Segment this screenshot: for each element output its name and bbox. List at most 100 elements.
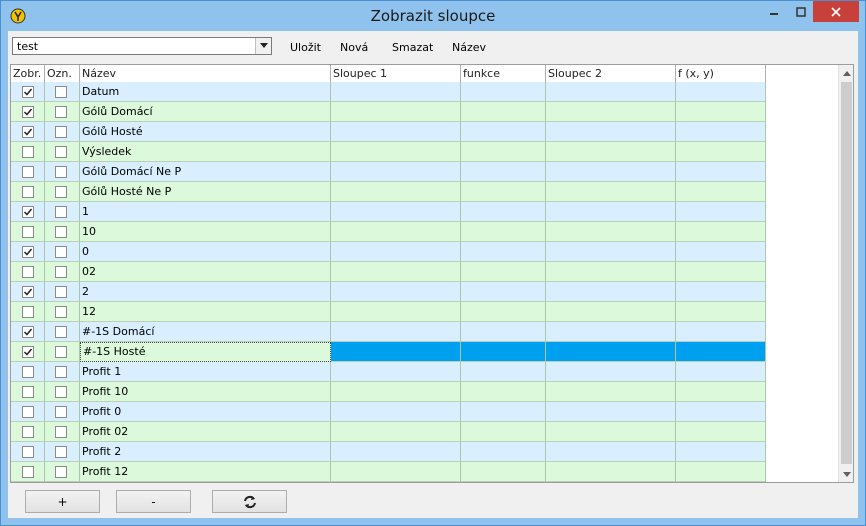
fxy-cell[interactable]	[676, 402, 766, 422]
show-cell[interactable]	[11, 282, 45, 302]
func-cell[interactable]	[461, 202, 546, 222]
mark-cell[interactable]	[45, 162, 80, 182]
show-checkbox[interactable]	[22, 146, 34, 158]
table-row[interactable]: Gólů Hosté	[11, 122, 766, 142]
scroll-down-button[interactable]	[839, 466, 853, 482]
fxy-cell[interactable]	[676, 282, 766, 302]
minimize-button[interactable]	[761, 1, 787, 22]
remove-button[interactable]: -	[116, 490, 191, 513]
col2-cell[interactable]	[546, 102, 676, 122]
header-col1[interactable]: Sloupec 1	[331, 65, 461, 82]
scroll-up-button[interactable]	[839, 65, 853, 81]
combo-dropdown-button[interactable]	[255, 38, 271, 54]
mark-cell[interactable]	[45, 262, 80, 282]
col2-cell[interactable]	[546, 442, 676, 462]
mark-checkbox[interactable]	[55, 126, 67, 138]
func-cell[interactable]	[461, 302, 546, 322]
show-cell[interactable]	[11, 102, 45, 122]
func-cell[interactable]	[461, 322, 546, 342]
name-cell[interactable]: 1	[80, 202, 331, 222]
show-cell[interactable]	[11, 262, 45, 282]
show-checkbox[interactable]	[22, 366, 34, 378]
mark-cell[interactable]	[45, 102, 80, 122]
show-cell[interactable]	[11, 442, 45, 462]
table-row[interactable]: Gólů Domácí	[11, 102, 766, 122]
header-fxy[interactable]: f (x, y)	[676, 65, 766, 82]
col2-cell[interactable]	[546, 302, 676, 322]
name-cell[interactable]: Profit 1	[80, 362, 331, 382]
header-name[interactable]: Název	[80, 65, 331, 82]
col1-cell[interactable]	[331, 442, 461, 462]
col2-cell[interactable]	[546, 382, 676, 402]
table-row[interactable]: Výsledek	[11, 142, 766, 162]
func-cell[interactable]	[461, 102, 546, 122]
name-cell[interactable]: Výsledek	[80, 142, 331, 162]
show-cell[interactable]	[11, 342, 45, 362]
col2-cell[interactable]	[546, 462, 676, 482]
mark-cell[interactable]	[45, 82, 80, 102]
refresh-button[interactable]	[212, 490, 287, 513]
table-row[interactable]: Profit 1	[11, 362, 766, 382]
mark-checkbox[interactable]	[55, 306, 67, 318]
col2-cell[interactable]	[546, 182, 676, 202]
table-row[interactable]: 12	[11, 302, 766, 322]
col1-cell[interactable]	[331, 342, 461, 362]
mark-cell[interactable]	[45, 462, 80, 482]
col1-cell[interactable]	[331, 302, 461, 322]
table-row[interactable]: Profit 02	[11, 422, 766, 442]
mark-checkbox[interactable]	[55, 206, 67, 218]
col2-cell[interactable]	[546, 162, 676, 182]
header-mark[interactable]: Ozn.	[45, 65, 80, 82]
func-cell[interactable]	[461, 362, 546, 382]
fxy-cell[interactable]	[676, 362, 766, 382]
fxy-cell[interactable]	[676, 222, 766, 242]
show-checkbox[interactable]	[22, 106, 34, 118]
col2-cell[interactable]	[546, 322, 676, 342]
table-row[interactable]: 0	[11, 242, 766, 262]
mark-checkbox[interactable]	[55, 266, 67, 278]
mark-checkbox[interactable]	[55, 86, 67, 98]
col2-cell[interactable]	[546, 282, 676, 302]
mark-checkbox[interactable]	[55, 346, 67, 358]
name-cell[interactable]: #-1S Domácí	[80, 322, 331, 342]
mark-cell[interactable]	[45, 222, 80, 242]
show-checkbox[interactable]	[22, 226, 34, 238]
name-cell[interactable]: 10	[80, 222, 331, 242]
mark-cell[interactable]	[45, 302, 80, 322]
func-cell[interactable]	[461, 182, 546, 202]
name-cell[interactable]: 02	[80, 262, 331, 282]
col1-cell[interactable]	[331, 282, 461, 302]
fxy-cell[interactable]	[676, 342, 766, 362]
func-cell[interactable]	[461, 382, 546, 402]
mark-cell[interactable]	[45, 422, 80, 442]
name-cell[interactable]: Datum	[80, 82, 331, 102]
table-row[interactable]: Profit 12	[11, 462, 766, 482]
fxy-cell[interactable]	[676, 422, 766, 442]
mark-checkbox[interactable]	[55, 246, 67, 258]
col2-cell[interactable]	[546, 122, 676, 142]
table-row[interactable]: Profit 0	[11, 402, 766, 422]
scroll-thumb[interactable]	[841, 82, 852, 464]
show-cell[interactable]	[11, 82, 45, 102]
table-row[interactable]: #-1S Domácí	[11, 322, 766, 342]
show-cell[interactable]	[11, 142, 45, 162]
col2-cell[interactable]	[546, 402, 676, 422]
show-cell[interactable]	[11, 222, 45, 242]
name-cell[interactable]: 2	[80, 282, 331, 302]
col1-cell[interactable]	[331, 162, 461, 182]
mark-checkbox[interactable]	[55, 366, 67, 378]
col2-cell[interactable]	[546, 362, 676, 382]
delete-button[interactable]: Smazat	[392, 41, 433, 54]
col1-cell[interactable]	[331, 82, 461, 102]
table-row[interactable]: 1	[11, 202, 766, 222]
col1-cell[interactable]	[331, 102, 461, 122]
name-cell[interactable]: Profit 12	[80, 462, 331, 482]
mark-cell[interactable]	[45, 182, 80, 202]
col1-cell[interactable]	[331, 422, 461, 442]
fxy-cell[interactable]	[676, 442, 766, 462]
col1-cell[interactable]	[331, 322, 461, 342]
show-checkbox[interactable]	[22, 166, 34, 178]
mark-checkbox[interactable]	[55, 186, 67, 198]
mark-cell[interactable]	[45, 122, 80, 142]
show-cell[interactable]	[11, 122, 45, 142]
